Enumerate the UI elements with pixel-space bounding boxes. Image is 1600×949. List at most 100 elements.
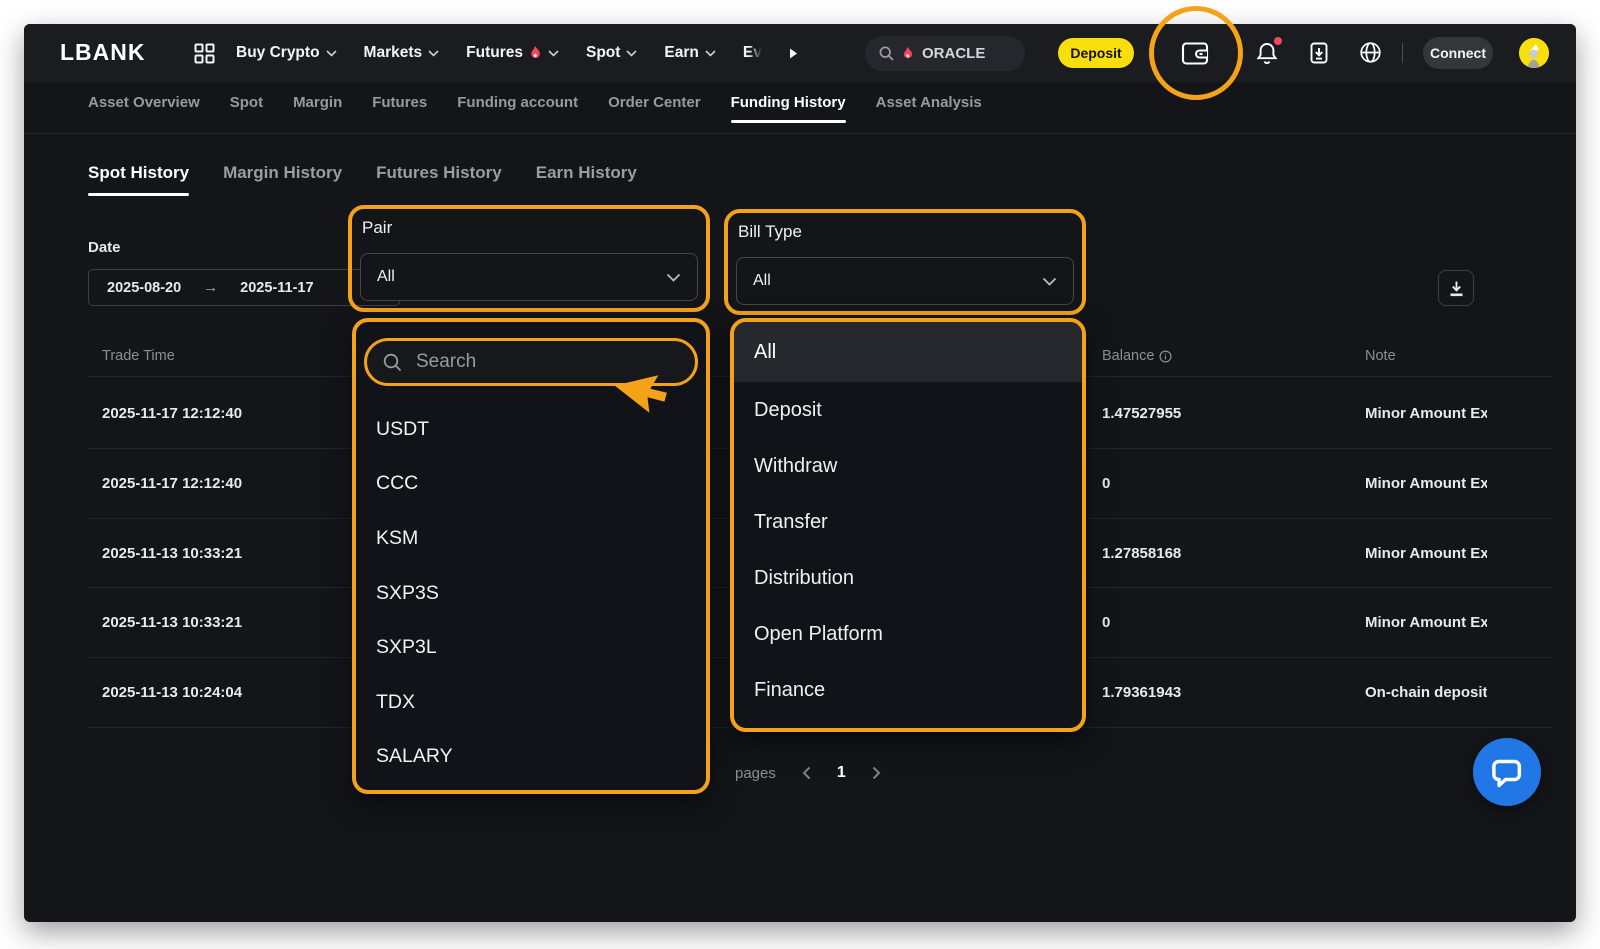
accnav-asset-overview[interactable]: Asset Overview [88, 94, 200, 123]
chevron-down-icon [626, 50, 637, 57]
pair-option[interactable]: KSM [356, 511, 706, 566]
pair-search-highlight [364, 338, 698, 386]
cell-note: Minor Amount Exc [1365, 475, 1487, 492]
cell-balance: 0 [1102, 475, 1110, 492]
apps-grid-icon[interactable] [194, 43, 215, 69]
nav-label: Buy Crypto [236, 44, 320, 62]
search-icon [879, 46, 894, 61]
current-page[interactable]: 1 [837, 764, 846, 782]
tab-margin-history[interactable]: Margin History [223, 163, 342, 196]
accnav-funding-account[interactable]: Funding account [457, 94, 578, 123]
nav-label: Futures [466, 44, 523, 62]
bill-type-option[interactable]: Withdraw [734, 438, 1082, 494]
date-from-value[interactable]: 2025-08-20 [107, 280, 181, 296]
cell-trade-time: 2025-11-17 12:12:40 [102, 475, 242, 492]
tab-earn-history[interactable]: Earn History [536, 163, 637, 196]
nav-spot[interactable]: Spot [586, 44, 637, 62]
nav-futures[interactable]: Futures [466, 44, 559, 62]
connect-wallet-button[interactable]: Connect [1423, 37, 1493, 69]
pagination-label: pages [735, 765, 776, 782]
bill-type-option[interactable]: Deposit [734, 382, 1082, 438]
accnav-spot[interactable]: Spot [230, 94, 263, 123]
bill-type-option[interactable]: Distribution [734, 550, 1082, 606]
bill-type-option-selected[interactable]: All [734, 322, 1082, 382]
cell-note: On-chain deposit [1365, 684, 1487, 701]
cell-balance: 0 [1102, 614, 1110, 631]
flame-icon [902, 47, 914, 61]
pagination: pages 1 [735, 764, 881, 782]
search-hot-term: ORACLE [922, 45, 985, 62]
next-page-icon[interactable] [872, 766, 881, 780]
divider [1402, 43, 1403, 63]
app-download-icon[interactable] [1306, 40, 1331, 66]
chevron-down-icon [1042, 277, 1057, 286]
pair-filter-label: Pair [362, 218, 392, 238]
cell-balance: 1.47527955 [1102, 405, 1181, 422]
chevron-down-icon [428, 50, 439, 57]
download-icon [1447, 279, 1466, 298]
chevron-down-icon [548, 50, 559, 57]
user-avatar[interactable] [1519, 38, 1549, 68]
pair-option[interactable]: SXP3L [356, 620, 706, 675]
global-search[interactable]: ORACLE [865, 36, 1025, 71]
info-icon[interactable] [1159, 350, 1172, 363]
bill-type-select-value: All [753, 272, 771, 290]
col-header-note: Note [1365, 348, 1396, 364]
pair-search-input[interactable] [414, 350, 679, 374]
nav-markets[interactable]: Markets [364, 44, 440, 62]
nav-label: Ev [743, 44, 762, 62]
deposit-button[interactable]: Deposit [1058, 38, 1134, 68]
history-tabs: Spot History Margin History Futures Hist… [88, 163, 637, 196]
cell-note: Minor Amount Exc [1365, 545, 1487, 562]
pair-option[interactable]: USDT [356, 402, 706, 457]
language-globe-icon[interactable] [1358, 40, 1383, 65]
nav-earn[interactable]: Earn [664, 44, 715, 62]
nav-events-truncated[interactable]: Ev [743, 44, 762, 62]
bill-type-option[interactable]: Open Platform [734, 606, 1082, 662]
prev-page-icon[interactable] [802, 766, 811, 780]
account-nav: Asset Overview Spot Margin Futures Fundi… [88, 94, 982, 135]
cell-note: Minor Amount Exc [1365, 614, 1487, 631]
support-chat-button[interactable] [1473, 738, 1541, 806]
notifications-bell-icon[interactable] [1254, 40, 1280, 66]
nav-label: Earn [664, 44, 698, 62]
pair-dropdown-panel: USDT CCC KSM SXP3S SXP3L TDX SALARY [352, 318, 710, 794]
lbank-logo[interactable]: LBANK [60, 39, 146, 66]
chat-bubble-icon [1489, 754, 1525, 790]
main-nav: Buy Crypto Markets Futures Spot E [236, 24, 798, 82]
nav-overflow-arrow-icon[interactable] [789, 48, 798, 59]
bill-type-option[interactable]: Transfer [734, 494, 1082, 550]
wallet-icon[interactable] [1179, 38, 1211, 68]
col-header-trade-time: Trade Time [102, 348, 175, 364]
pair-option[interactable]: SXP3S [356, 566, 706, 621]
bill-type-option[interactable]: Finance [734, 662, 1082, 718]
date-range-arrow-icon: → [203, 279, 218, 296]
pair-option[interactable]: SALARY [356, 730, 706, 785]
screenshot-canvas: LBANK Buy Crypto Markets Futures [0, 0, 1600, 949]
col-header-balance: Balance [1102, 348, 1172, 364]
bill-type-select[interactable]: All [736, 257, 1074, 305]
chevron-down-icon [326, 50, 337, 57]
pair-filter-highlight: Pair All [348, 205, 710, 312]
tab-spot-history[interactable]: Spot History [88, 163, 189, 196]
pair-select[interactable]: All [360, 253, 698, 301]
cell-balance: 1.27858168 [1102, 545, 1181, 562]
cell-note: Minor Amount Exc [1365, 405, 1487, 422]
date-to-value[interactable]: 2025-11-17 [240, 280, 313, 296]
nav-buy-crypto[interactable]: Buy Crypto [236, 44, 337, 62]
pair-select-value: All [377, 268, 395, 286]
pair-option[interactable]: TDX [356, 675, 706, 730]
accnav-margin[interactable]: Margin [293, 94, 342, 123]
search-icon [383, 353, 402, 372]
tab-futures-history[interactable]: Futures History [376, 163, 502, 196]
accnav-asset-analysis[interactable]: Asset Analysis [876, 94, 982, 123]
accnav-funding-history[interactable]: Funding History [731, 94, 846, 135]
divider [24, 133, 1576, 134]
accnav-futures[interactable]: Futures [372, 94, 427, 123]
bill-type-filter-label: Bill Type [738, 222, 802, 242]
pair-option[interactable]: CCC [356, 457, 706, 512]
export-download-button[interactable] [1438, 270, 1474, 306]
pair-option-list: USDT CCC KSM SXP3S SXP3L TDX SALARY [356, 402, 706, 784]
accnav-order-center[interactable]: Order Center [608, 94, 701, 123]
avatar-mascot-icon [1519, 38, 1549, 68]
